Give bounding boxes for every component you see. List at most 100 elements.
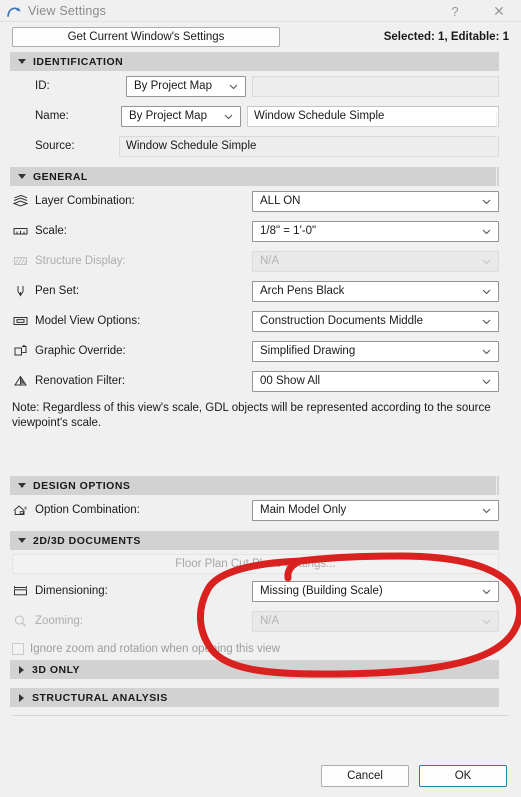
label-name: Name: xyxy=(35,110,69,122)
row-renovation-filter: Renovation Filter: 00 Show All xyxy=(0,366,521,396)
chevron-down-icon xyxy=(482,377,491,386)
row-model-view-options: Model View Options: Construction Documen… xyxy=(0,306,521,336)
section-title-general: GENERAL xyxy=(33,170,88,183)
chevron-down-icon xyxy=(482,257,491,266)
row-id: ID: By Project Map xyxy=(0,71,521,101)
renovation-filter-combo[interactable]: 00 Show All xyxy=(252,370,499,392)
pen-nib-icon xyxy=(12,283,29,299)
chevron-down-icon xyxy=(482,287,491,296)
row-zooming: Zooming: N/A xyxy=(0,606,521,636)
ignore-zoom-checkbox[interactable] xyxy=(12,642,24,655)
section-title-structural-analysis: STRUCTURAL ANALYSIS xyxy=(32,691,168,704)
layer-combination-combo[interactable]: ALL ON xyxy=(252,190,499,212)
window-title: View Settings xyxy=(28,3,107,18)
label-dimensioning: Dimensioning: xyxy=(35,585,108,597)
chevron-right-icon xyxy=(19,665,24,674)
hatched-wall-icon xyxy=(12,253,29,269)
row-name: Name: By Project Map Window Schedule Sim… xyxy=(0,101,521,131)
get-current-window-settings-button[interactable]: Get Current Window's Settings xyxy=(12,27,280,47)
label-scale: Scale: xyxy=(35,225,67,237)
chevron-down-icon xyxy=(18,538,26,543)
row-source: Source: Window Schedule Simple xyxy=(0,131,521,161)
pen-set-combo[interactable]: Arch Pens Black xyxy=(252,280,499,302)
chevron-right-icon xyxy=(19,693,24,702)
ignore-zoom-label: Ignore zoom and rotation when opening th… xyxy=(30,642,280,655)
label-zooming: Zooming: xyxy=(35,615,83,627)
option-combination-combo[interactable]: Main Model Only xyxy=(252,499,499,521)
graphic-override-value: Simplified Drawing xyxy=(260,345,356,357)
section-header-design-options[interactable]: DESIGN OPTIONS xyxy=(10,476,499,495)
help-icon[interactable]: ? xyxy=(433,0,477,22)
blank-icon xyxy=(12,138,29,154)
id-source-combo-value: By Project Map xyxy=(134,80,212,92)
section-title-design-options: DESIGN OPTIONS xyxy=(33,479,131,492)
name-text-input[interactable]: Window Schedule Simple xyxy=(247,105,499,127)
chevron-down-icon xyxy=(224,112,233,121)
chevron-down-icon xyxy=(482,317,491,326)
row-ignore-zoom-rotation[interactable]: Ignore zoom and rotation when opening th… xyxy=(0,636,521,660)
chevron-down-icon xyxy=(482,227,491,236)
cancel-button[interactable]: Cancel xyxy=(321,765,409,787)
model-view-options-value: Construction Documents Middle xyxy=(260,315,423,327)
label-source: Source: xyxy=(35,140,75,152)
titlebar-buttons: ? ✕ xyxy=(433,0,521,22)
section-header-general[interactable]: GENERAL xyxy=(10,167,499,186)
dimension-bracket-icon xyxy=(12,583,29,599)
layers-stack-icon xyxy=(12,193,29,209)
id-source-combo[interactable]: By Project Map xyxy=(126,75,246,97)
section-header-2d3d-documents[interactable]: 2D/3D DOCUMENTS xyxy=(10,531,499,550)
window-titlebar: View Settings ? ✕ xyxy=(0,0,521,22)
graphic-override-combo[interactable]: Simplified Drawing xyxy=(252,340,499,362)
row-dimensioning: Dimensioning: Missing (Building Scale) xyxy=(0,576,521,606)
label-pen-set: Pen Set: xyxy=(35,285,80,297)
chevron-down-icon xyxy=(482,506,491,515)
row-scale: Scale: 1/8" = 1'-0" xyxy=(0,216,521,246)
graphic-override-icon xyxy=(12,343,29,359)
pen-set-value: Arch Pens Black xyxy=(260,285,345,297)
id-text-input[interactable] xyxy=(252,75,499,97)
section-header-structural-analysis[interactable]: STRUCTURAL ANALYSIS xyxy=(10,688,499,707)
renovation-filter-value: 00 Show All xyxy=(260,375,321,387)
floor-plan-cut-plane-settings-button: Floor Plan Cut Plane Settings... xyxy=(12,554,499,574)
ok-button[interactable]: OK xyxy=(419,765,507,787)
close-icon[interactable]: ✕ xyxy=(477,0,521,22)
dimensioning-combo[interactable]: Missing (Building Scale) xyxy=(252,580,499,602)
row-pen-set: Pen Set: Arch Pens Black xyxy=(0,276,521,306)
section-title-identification: IDENTIFICATION xyxy=(33,55,124,68)
label-model-view-options: Model View Options: xyxy=(35,315,141,327)
chevron-down-icon xyxy=(482,197,491,206)
model-view-options-combo[interactable]: Construction Documents Middle xyxy=(252,310,499,332)
ruler-icon xyxy=(12,223,29,239)
model-view-icon xyxy=(12,313,29,329)
settings-panel: IDENTIFICATION ID: By Project Map Name: … xyxy=(0,52,521,716)
structure-display-value: N/A xyxy=(260,255,280,267)
row-layer-combination: Layer Combination: ALL ON xyxy=(0,186,521,216)
row-option-combination: Option Combination: Main Model Only xyxy=(0,495,521,525)
dialog-footer: Cancel OK xyxy=(0,755,521,797)
label-option-combination: Option Combination: xyxy=(35,504,140,516)
section-header-identification[interactable]: IDENTIFICATION xyxy=(10,52,499,71)
label-renovation-filter: Renovation Filter: xyxy=(35,375,126,387)
chevron-down-icon xyxy=(18,483,26,488)
name-source-combo-value: By Project Map xyxy=(129,110,207,122)
footer-separator xyxy=(12,715,509,716)
scale-combo[interactable]: 1/8" = 1'-0" xyxy=(252,220,499,242)
renovation-filter-icon xyxy=(12,373,29,389)
selection-info-label: Selected: 1, Editable: 1 xyxy=(383,31,509,43)
source-text-input: Window Schedule Simple xyxy=(119,135,499,157)
section-title-2d3d-documents: 2D/3D DOCUMENTS xyxy=(33,534,141,547)
name-source-combo[interactable]: By Project Map xyxy=(121,105,241,127)
design-option-house-icon xyxy=(12,502,29,518)
toolbar: Get Current Window's Settings Selected: … xyxy=(0,22,521,52)
chevron-down-icon xyxy=(18,59,26,64)
chevron-down-icon xyxy=(482,347,491,356)
label-structure-display: Structure Display: xyxy=(35,255,126,267)
zooming-combo: N/A xyxy=(252,610,499,632)
zooming-value: N/A xyxy=(260,615,280,627)
row-graphic-override: Graphic Override: Simplified Drawing xyxy=(0,336,521,366)
label-graphic-override: Graphic Override: xyxy=(35,345,126,357)
label-layer-combination: Layer Combination: xyxy=(35,195,135,207)
dimensioning-value: Missing (Building Scale) xyxy=(260,585,383,597)
label-id: ID: xyxy=(35,80,50,92)
section-header-3d-only[interactable]: 3D ONLY xyxy=(10,660,499,679)
